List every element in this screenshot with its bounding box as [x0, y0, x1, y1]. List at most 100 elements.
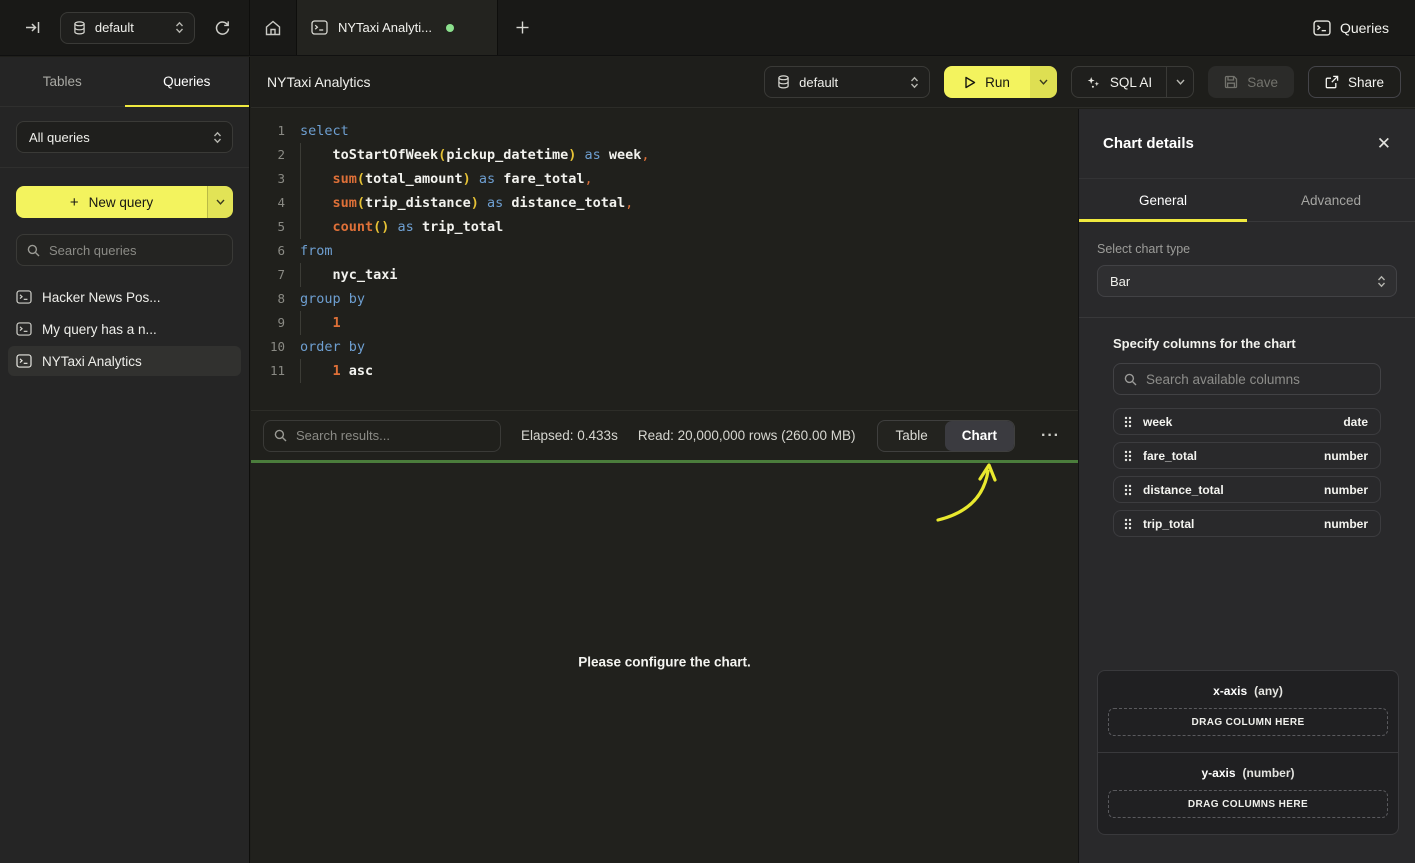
run-dropdown-button[interactable] — [1030, 66, 1057, 98]
new-tab-button[interactable] — [498, 0, 546, 55]
new-query-label: New query — [89, 195, 154, 210]
view-chart-button[interactable]: Chart — [945, 421, 1014, 451]
database-selector[interactable]: default — [60, 12, 195, 44]
drag-grip-icon — [1124, 518, 1132, 530]
tab-nytaxi-analytics[interactable]: NYTaxi Analyti... — [296, 0, 498, 55]
refresh-icon[interactable] — [209, 15, 235, 41]
home-button[interactable] — [250, 0, 296, 55]
tab-strip: NYTaxi Analyti... — [250, 0, 546, 55]
sql-ai-main[interactable]: SQL AI — [1072, 67, 1166, 97]
results-search — [263, 420, 501, 452]
sql-ai-button[interactable]: SQL AI — [1071, 66, 1194, 98]
y-axis-constraint: (number) — [1243, 766, 1295, 780]
topbar-left-section: default — [0, 0, 250, 55]
column-row-week[interactable]: week date — [1113, 408, 1381, 435]
line-number: 11 — [259, 359, 285, 383]
code-line[interactable]: 10order by — [259, 335, 1078, 359]
sidebar-tabs: Tables Queries — [0, 57, 249, 107]
tab-advanced[interactable]: Advanced — [1247, 179, 1415, 221]
query-item-label: Hacker News Pos... — [42, 290, 161, 305]
chart-type-select[interactable]: Bar — [1097, 265, 1397, 297]
column-type: number — [1324, 483, 1368, 497]
view-table-button[interactable]: Table — [878, 421, 944, 451]
code-line[interactable]: 5 count() as trip_total — [259, 215, 1078, 239]
search-icon — [274, 429, 287, 442]
share-button[interactable]: Share — [1308, 66, 1401, 98]
new-query-main[interactable]: + New query — [16, 186, 207, 218]
sidebar-tab-queries[interactable]: Queries — [125, 57, 250, 106]
query-item-label: My query has a n... — [42, 322, 157, 337]
code-line[interactable]: 8group by — [259, 287, 1078, 311]
search-queries-input[interactable] — [49, 243, 225, 258]
columns-search — [1113, 363, 1381, 395]
search-icon — [27, 244, 40, 257]
y-axis-section: y-axis (number) DRAG COLUMNS HERE — [1098, 752, 1398, 834]
share-label: Share — [1348, 75, 1384, 90]
run-label: Run — [985, 75, 1010, 90]
chevron-updown-icon — [910, 76, 919, 89]
run-database-selector[interactable]: default — [764, 66, 930, 98]
column-type: date — [1343, 415, 1368, 429]
code-line[interactable]: 3 sum(total_amount) as fare_total, — [259, 167, 1078, 191]
query-filter-select[interactable]: All queries — [16, 121, 233, 153]
chart-type-value: Bar — [1110, 274, 1368, 289]
run-database-value: default — [799, 75, 901, 90]
column-name: week — [1143, 415, 1172, 429]
new-query-dropdown-button[interactable] — [207, 186, 233, 218]
code-line[interactable]: 7 nyc_taxi — [259, 263, 1078, 287]
sql-editor[interactable]: 1select2 toStartOfWeek(pickup_datetime) … — [251, 109, 1078, 410]
query-console-icon — [311, 20, 328, 35]
column-name: fare_total — [1143, 449, 1197, 463]
y-axis-label: y-axis — [1201, 766, 1235, 780]
line-number: 3 — [259, 167, 285, 191]
rows-read: Read: 20,000,000 rows (260.00 MB) — [638, 428, 856, 443]
collapse-sidebar-icon[interactable] — [20, 15, 46, 41]
code-line[interactable]: 2 toStartOfWeek(pickup_datetime) as week… — [259, 143, 1078, 167]
line-number: 4 — [259, 191, 285, 215]
query-list-item-selected[interactable]: NYTaxi Analytics — [8, 346, 241, 376]
top-bar: default NYTaxi Analyti... — [0, 0, 1415, 56]
column-row-trip-total[interactable]: trip_total number — [1113, 510, 1381, 537]
query-console-icon — [16, 290, 32, 304]
query-list-item[interactable]: My query has a n... — [8, 314, 241, 344]
close-icon[interactable]: ✕ — [1377, 134, 1391, 154]
x-axis-drop-zone[interactable]: DRAG COLUMN HERE — [1108, 708, 1388, 736]
code-line[interactable]: 11 1 asc — [259, 359, 1078, 383]
unsaved-changes-dot — [446, 24, 454, 32]
search-results-input[interactable] — [296, 428, 490, 443]
annotation-arrow — [251, 463, 1078, 583]
new-query-button[interactable]: + New query — [16, 186, 233, 218]
editor-toolbar: NYTaxi Analytics default Run — [251, 57, 1415, 108]
code-line[interactable]: 1select — [259, 119, 1078, 143]
tab-general[interactable]: General — [1079, 179, 1247, 221]
run-button-main[interactable]: Run — [944, 66, 1030, 98]
drag-grip-icon — [1124, 450, 1132, 462]
save-button[interactable]: Save — [1208, 66, 1294, 98]
share-icon — [1325, 75, 1339, 89]
sidebar-tab-tables[interactable]: Tables — [0, 57, 125, 106]
query-list-item[interactable]: Hacker News Pos... — [8, 282, 241, 312]
x-axis-constraint: (any) — [1254, 684, 1283, 698]
search-columns-input[interactable] — [1146, 372, 1370, 387]
results-bar: Elapsed: 0.433s Read: 20,000,000 rows (2… — [251, 410, 1078, 460]
code-line[interactable]: 4 sum(trip_distance) as distance_total, — [259, 191, 1078, 215]
more-options-icon[interactable]: ··· — [1035, 427, 1066, 445]
run-button[interactable]: Run — [944, 66, 1057, 98]
query-title: NYTaxi Analytics — [267, 74, 370, 90]
y-axis-drop-zone[interactable]: DRAG COLUMNS HERE — [1108, 790, 1388, 818]
column-row-distance-total[interactable]: distance_total number — [1113, 476, 1381, 503]
x-axis-section: x-axis (any) DRAG COLUMN HERE — [1098, 671, 1398, 752]
query-console-icon — [16, 354, 32, 368]
line-number: 10 — [259, 335, 285, 359]
line-number: 2 — [259, 143, 285, 167]
save-label: Save — [1247, 75, 1278, 90]
code-line[interactable]: 9 1 — [259, 311, 1078, 335]
left-pane: 1select2 toStartOfWeek(pickup_datetime) … — [251, 109, 1078, 863]
queries-nav-button[interactable]: Queries — [1313, 20, 1389, 36]
sql-ai-dropdown-button[interactable] — [1166, 67, 1193, 97]
column-name: trip_total — [1143, 517, 1194, 531]
app-window: default NYTaxi Analyti... — [0, 0, 1415, 863]
database-icon — [73, 21, 86, 35]
code-line[interactable]: 6from — [259, 239, 1078, 263]
column-row-fare-total[interactable]: fare_total number — [1113, 442, 1381, 469]
